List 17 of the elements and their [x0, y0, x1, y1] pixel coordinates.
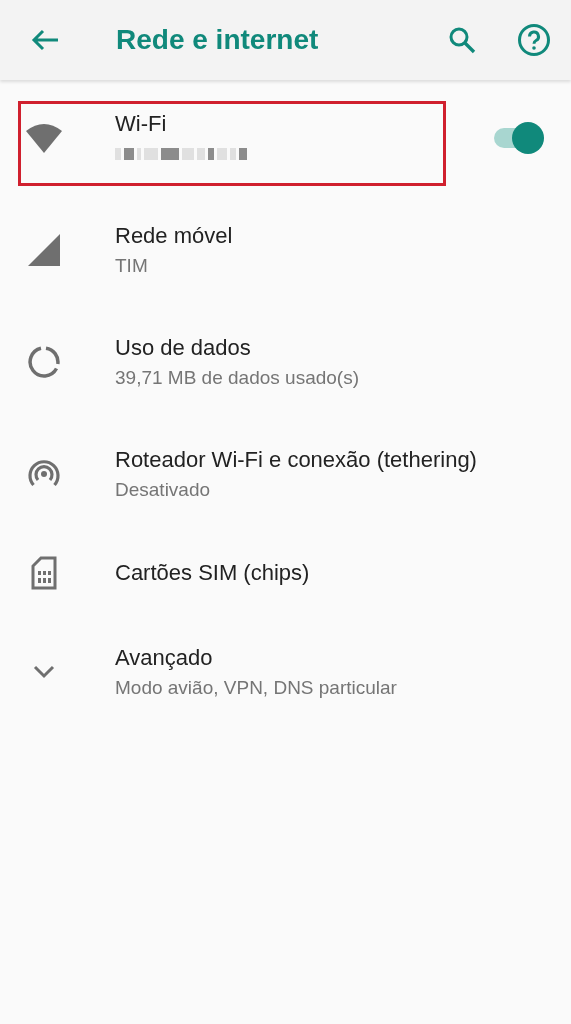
item-subtitle: Modo avião, VPN, DNS particular — [115, 676, 397, 700]
item-subtitle: Desativado — [115, 478, 211, 502]
item-title: Roteador Wi-Fi e conexão (tethering) — [115, 446, 477, 474]
item-subtitle: 39,71 MB de dados usado(s) — [115, 366, 359, 390]
item-subtitle: TIM — [115, 254, 148, 278]
settings-item[interactable]: Rede móvel TIM — [0, 194, 571, 306]
settings-item[interactable]: Cartões SIM (chips) — [0, 530, 571, 616]
settings-item[interactable]: Roteador Wi-Fi e conexão (tethering) Desativado — [0, 418, 571, 530]
settings-item[interactable]: Avançado Modo avião, VPN, DNS particular — [0, 616, 571, 728]
item-title: Wi-Fi — [115, 110, 167, 138]
settings-item[interactable]: Wi-Fi — [0, 82, 571, 194]
screen-title: Rede e internet — [116, 24, 320, 56]
item-title: Cartões SIM (chips) — [115, 559, 310, 587]
item-title: Rede móvel — [115, 222, 233, 250]
settings-item[interactable]: Uso de dados 39,71 MB de dados usado(s) — [0, 306, 571, 418]
item-title: Uso de dados — [115, 334, 251, 362]
item-title: Avançado — [115, 644, 213, 672]
